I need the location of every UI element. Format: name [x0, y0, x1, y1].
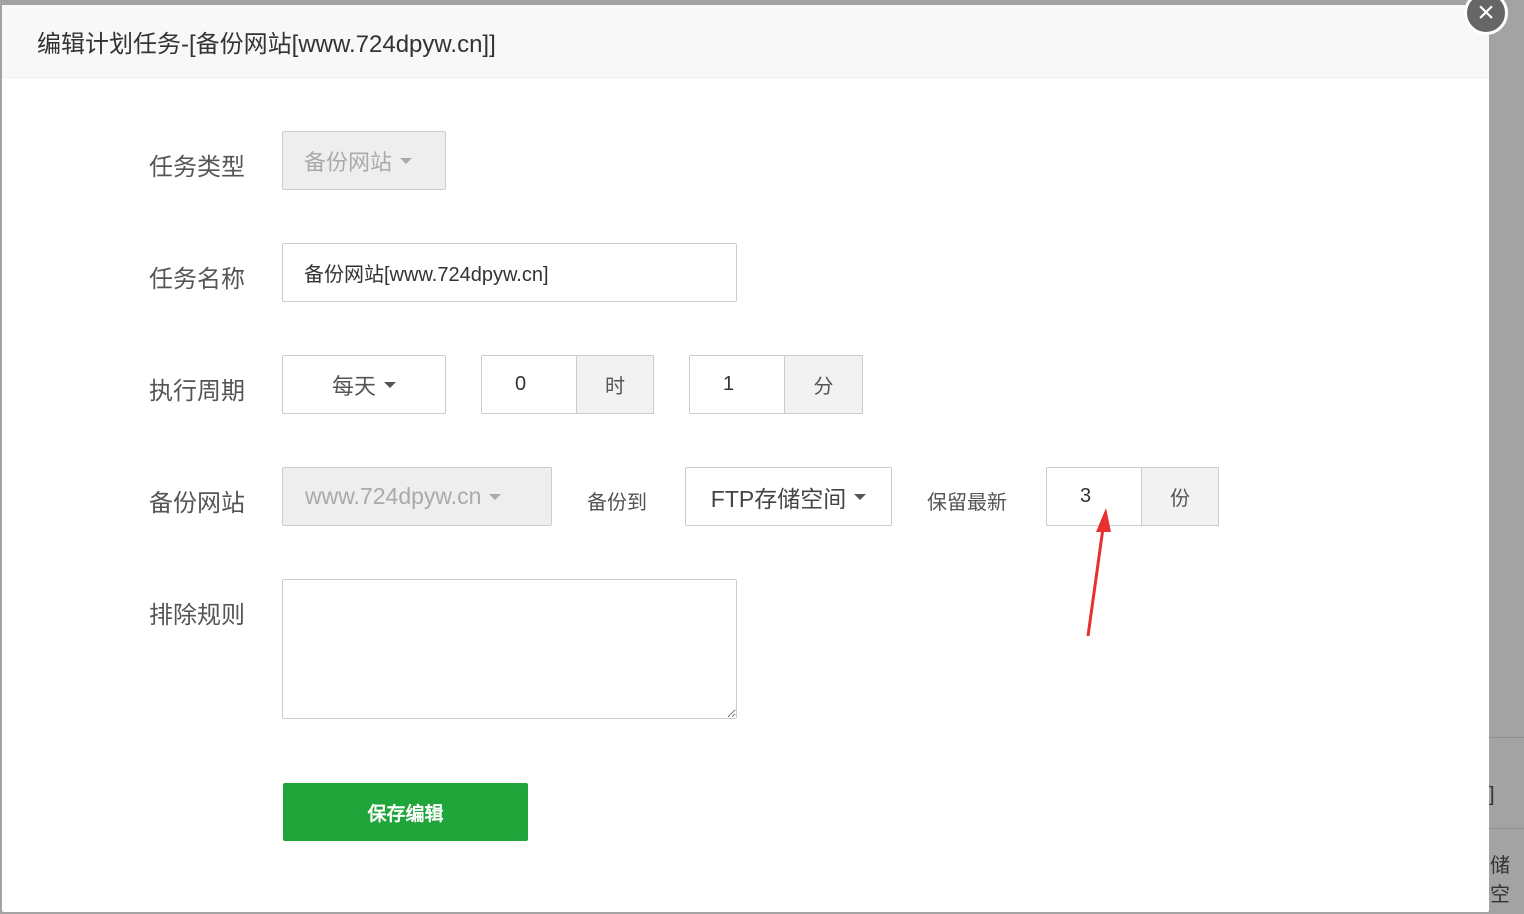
arrow-head-icon: [1096, 508, 1111, 532]
arrow-shaft: [1086, 527, 1105, 637]
red-arrow-annotation: [1086, 508, 1111, 637]
